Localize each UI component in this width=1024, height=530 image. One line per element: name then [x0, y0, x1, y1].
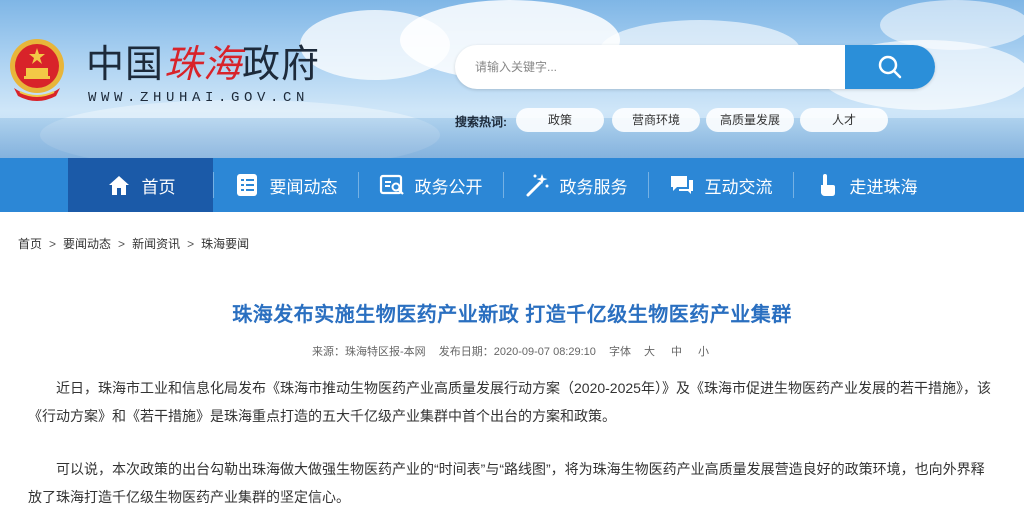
- site-logo-title[interactable]: 中国珠海政府: [86, 42, 320, 86]
- hot-tag-business-environment[interactable]: 营商环境: [612, 108, 700, 132]
- hot-tag-talent[interactable]: 人才: [800, 108, 888, 132]
- nav-item-label: 政务公开: [414, 177, 483, 197]
- font-size-large[interactable]: 大: [644, 346, 655, 358]
- main-nav: 首页 要闻动态 政务公开 政务服务 互动交流 走进珠海: [0, 158, 1024, 212]
- document-search-icon: [379, 174, 404, 195]
- font-size-medium[interactable]: 中: [671, 346, 682, 358]
- nav-item-label: 要闻动态: [269, 177, 338, 197]
- article-paragraph: 可以说，本次政策的出台勾勒出珠海做大做强生物医药产业的“时间表”与“路线图”，将…: [28, 461, 985, 505]
- nav-item-interaction[interactable]: 互动交流: [648, 158, 793, 212]
- nav-item-label: 政务服务: [559, 177, 628, 197]
- breadcrumb-home[interactable]: 首页: [18, 237, 42, 251]
- logo-title-part1: 中国: [86, 42, 165, 86]
- breadcrumb-news-dynamics[interactable]: 要闻动态: [63, 237, 111, 251]
- font-size-small[interactable]: 小: [698, 346, 709, 358]
- nav-item-about-zhuhai[interactable]: 走进珠海: [793, 158, 938, 212]
- hot-tag-policy[interactable]: 政策: [516, 108, 604, 132]
- hot-tag-high-quality-development[interactable]: 高质量发展: [706, 108, 794, 132]
- hot-words-label: 搜索热词:: [455, 115, 507, 129]
- breadcrumb-news-info[interactable]: 新闻资讯: [132, 237, 180, 251]
- nav-item-government-services[interactable]: 政务服务: [503, 158, 648, 212]
- home-icon: [108, 176, 129, 195]
- nav-item-news[interactable]: 要闻动态: [213, 158, 358, 212]
- search-box: [455, 45, 935, 89]
- site-url: WWW.ZHUHAI.GOV.CN: [88, 90, 310, 106]
- logo-title-part2: 珠海: [164, 42, 243, 86]
- list-icon: [236, 174, 257, 196]
- breadcrumb-zhuhai-news[interactable]: 珠海要闻: [201, 237, 249, 251]
- nav-item-government-affairs[interactable]: 政务公开: [358, 158, 503, 212]
- article-paragraph: 近日，珠海市工业和信息化局发布《珠海市推动生物医药产业高质量发展行动方案（202…: [28, 380, 991, 424]
- search-icon: [878, 55, 902, 79]
- national-emblem-icon: [10, 39, 64, 101]
- pointer-hand-icon: [820, 174, 835, 196]
- nav-item-home[interactable]: 首页: [68, 158, 213, 212]
- article-meta: 来源：珠海特区报-本网 发布日期：2020-09-07 08:29:10 字体 大…: [0, 343, 1024, 359]
- nav-item-label: 走进珠海: [849, 177, 918, 197]
- font-size-label: 字体: [608, 346, 631, 358]
- breadcrumb-separator: >: [187, 237, 195, 251]
- breadcrumb-separator: >: [49, 237, 57, 251]
- breadcrumb-separator: >: [118, 237, 126, 251]
- chat-icon: [670, 176, 693, 194]
- search-input[interactable]: [455, 45, 845, 89]
- nav-item-label: 互动交流: [704, 177, 773, 197]
- article-title: 珠海发布实施生物医药产业新政 打造千亿级生物医药产业集群: [232, 304, 792, 326]
- article-source: 来源：珠海特区报-本网: [312, 346, 426, 358]
- breadcrumb: 首页 > 要闻动态 > 新闻资讯 > 珠海要闻: [18, 235, 249, 252]
- article-date: 发布日期：2020-09-07 08:29:10: [438, 346, 596, 358]
- nav-item-label: 首页: [141, 177, 176, 197]
- site-header: 中国珠海政府 WWW.ZHUHAI.GOV.CN 搜索热词: 政策 营商环境 高…: [0, 0, 1024, 158]
- magic-wand-icon: [526, 174, 548, 197]
- search-button[interactable]: [845, 45, 935, 89]
- logo-title-part3: 政府: [242, 42, 321, 86]
- sky-cloud: [880, 0, 1024, 50]
